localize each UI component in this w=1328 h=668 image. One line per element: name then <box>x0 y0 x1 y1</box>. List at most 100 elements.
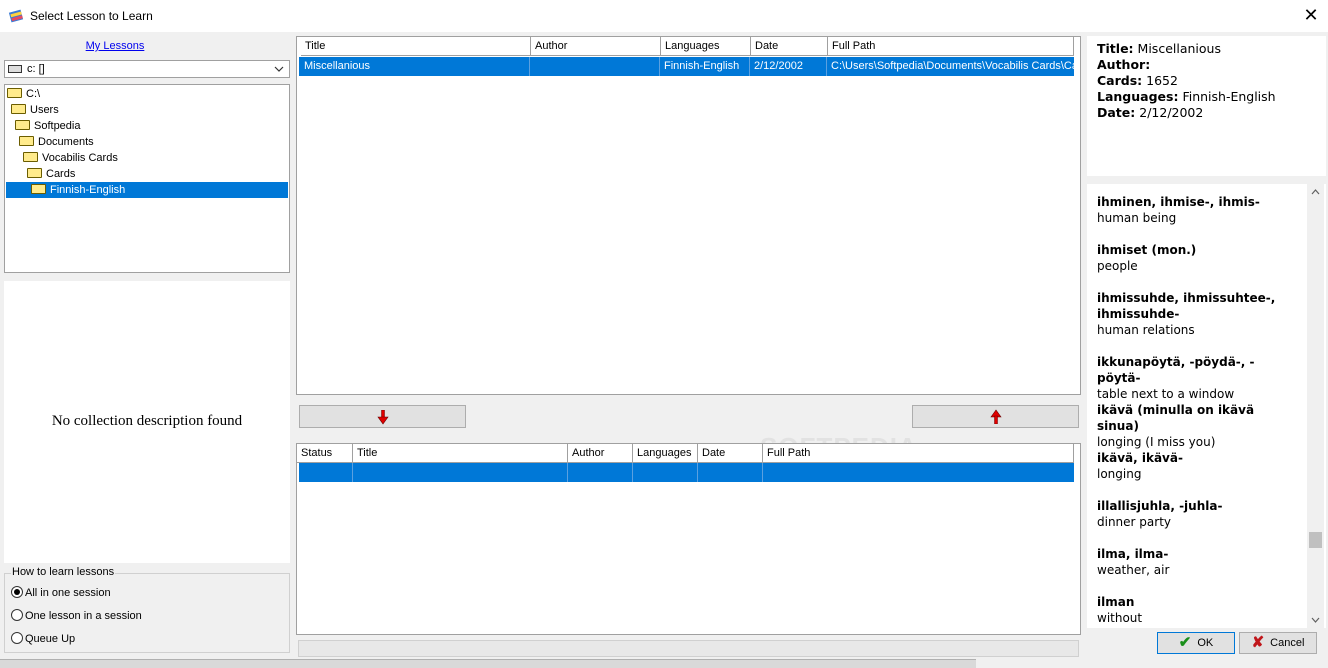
info-date: Date: 2/12/2002 <box>1097 105 1203 121</box>
tree-item-drive[interactable]: C:\ <box>7 86 40 102</box>
radio-one-lesson-per-session[interactable]: One lesson in a session <box>11 608 142 624</box>
status-strip <box>0 659 976 668</box>
table-row[interactable]: Miscellanious Finnish-English 2/12/2002 … <box>298 56 1075 77</box>
vocab-meaning: longing (I miss you) <box>1097 435 1216 449</box>
info-date-label: Date: <box>1097 105 1136 120</box>
vocab-term: ikävä (minulla on ikävä sinua) <box>1097 403 1255 433</box>
vocab-term: ihmissuhde, ihmissuhtee-, ihmissuhde- <box>1097 291 1276 321</box>
folder-icon <box>11 104 26 114</box>
column-header-status[interactable]: Status <box>297 444 353 463</box>
collection-description: No collection description found <box>51 413 243 429</box>
info-author-label: Author: <box>1097 57 1151 72</box>
column-header-author[interactable]: Author <box>531 37 661 56</box>
radio-label: All in one session <box>25 587 111 599</box>
info-cards: Cards: 1652 <box>1097 73 1178 89</box>
app-book-icon <box>8 9 24 23</box>
vocab-term: ikävä, ikävä- <box>1097 451 1183 465</box>
folder-icon <box>7 88 22 98</box>
close-icon[interactable]: ✕ <box>1296 2 1326 30</box>
cancel-button[interactable]: ✘ Cancel <box>1239 632 1317 654</box>
scroll-down-icon[interactable] <box>1310 616 1321 624</box>
radio-queue-up[interactable]: Queue Up <box>11 631 75 647</box>
vocab-term: ikkunapöytä, -pöydä-, -pöytä- <box>1097 355 1255 385</box>
available-lessons-grid[interactable]: Title Author Languages Date Full Path Mi… <box>296 36 1081 395</box>
move-down-button[interactable] <box>299 405 466 428</box>
ok-button-label: OK <box>1197 637 1214 649</box>
info-author: Author: <box>1097 57 1150 73</box>
folder-icon <box>23 152 38 162</box>
cell-author <box>568 463 633 482</box>
cell-languages <box>633 463 698 482</box>
cell-author <box>530 57 660 76</box>
my-lessons-link[interactable]: My Lessons <box>0 40 230 52</box>
red-up-arrow-icon <box>990 409 1002 424</box>
ok-button[interactable]: ✔ OK <box>1157 632 1235 654</box>
drive-value: c: [] <box>27 63 45 75</box>
tree-item-users[interactable]: Users <box>11 102 59 118</box>
tree-item-label: Documents <box>38 136 94 148</box>
tree-item-vocabilis-cards[interactable]: Vocabilis Cards <box>23 150 118 166</box>
list-item: ihmiset (mon.) people <box>1097 242 1297 274</box>
vocab-term: ilma, ilma- <box>1097 547 1169 561</box>
tree-item-label: Softpedia <box>34 120 81 132</box>
vocab-term: illallisjuhla, -juhla- <box>1097 499 1223 513</box>
column-header-title[interactable]: Title <box>353 444 568 463</box>
cell-date <box>698 463 763 482</box>
scrollbar-thumb[interactable] <box>1309 532 1322 548</box>
tree-item-cards[interactable]: Cards <box>27 166 75 182</box>
list-item: ilman without <box>1097 594 1297 626</box>
tree-item-finnish-english[interactable]: Finnish-English <box>6 182 288 198</box>
radio-unchecked-icon <box>11 609 23 621</box>
drive-select[interactable]: c: [] <box>4 60 290 78</box>
move-up-button[interactable] <box>912 405 1079 428</box>
list-item: ihmissuhde, ihmissuhtee-, ihmissuhde-hum… <box>1097 290 1297 338</box>
list-item: ihminen, ihmise-, ihmis-human being <box>1097 194 1297 226</box>
info-cards-label: Cards: <box>1097 73 1143 88</box>
column-header-languages[interactable]: Languages <box>661 37 751 56</box>
list-item: ikävä, ikävä-longing <box>1097 450 1297 482</box>
lesson-info-panel: Title: Miscellanious Author: Cards: 1652… <box>1087 36 1326 176</box>
vocab-term: ilman <box>1097 595 1135 609</box>
info-title-label: Title: <box>1097 41 1134 56</box>
drive-icon <box>8 65 22 73</box>
vocab-meaning: weather, air <box>1097 563 1170 577</box>
list-item: illallisjuhla, -juhla-dinner party <box>1097 498 1297 530</box>
tree-item-label: C:\ <box>26 88 41 100</box>
horizontal-scrollbar[interactable] <box>298 640 1079 657</box>
vocab-term: ihminen, ihmise-, ihmis- <box>1097 195 1260 209</box>
cell-full-path: C:\Users\Softpedia\Documents\Vocabilis C… <box>831 60 1074 72</box>
column-header-date[interactable]: Date <box>698 444 763 463</box>
info-languages-value: Finnish-English <box>1182 89 1276 104</box>
table-row[interactable] <box>299 463 1074 482</box>
column-header-date[interactable]: Date <box>751 37 828 56</box>
column-header-full-path[interactable]: Full Path <box>763 444 1074 463</box>
tree-item-documents[interactable]: Documents <box>19 134 94 150</box>
chevron-down-icon[interactable] <box>273 61 285 77</box>
vocab-meaning: without <box>1097 611 1143 625</box>
vertical-scrollbar[interactable] <box>1307 184 1324 628</box>
column-header-full-path[interactable]: Full Path <box>828 37 1074 56</box>
info-languages-label: Languages: <box>1097 89 1179 104</box>
cell-title <box>353 463 568 482</box>
cancel-x-icon: ✘ <box>1251 634 1265 651</box>
red-down-arrow-icon <box>377 410 389 425</box>
column-header-languages[interactable]: Languages <box>633 444 698 463</box>
cell-languages: Finnish-English <box>660 57 750 76</box>
folder-tree[interactable]: C:\ Users Softpedia Documents Vocabilis … <box>4 84 290 273</box>
tree-item-label: Vocabilis Cards <box>42 152 118 164</box>
vocabulary-preview-list[interactable]: ihminen, ihmise-, ihmis-human being ihmi… <box>1087 184 1326 628</box>
scroll-up-icon[interactable] <box>1310 188 1321 196</box>
column-header-title[interactable]: Title <box>301 37 531 56</box>
title-bar: Select Lesson to Learn ✕ <box>0 0 1328 32</box>
column-header-author[interactable]: Author <box>568 444 633 463</box>
folder-icon <box>27 168 42 178</box>
learn-mode-title: How to learn lessons <box>11 566 116 578</box>
tree-item-softpedia[interactable]: Softpedia <box>15 118 80 134</box>
info-languages: Languages: Finnish-English <box>1097 89 1276 105</box>
cell-status <box>299 463 353 482</box>
radio-all-in-one-session[interactable]: All in one session <box>11 585 111 601</box>
radio-label: One lesson in a session <box>25 610 142 622</box>
folder-icon <box>19 136 34 146</box>
selected-lessons-grid[interactable]: Status Title Author Languages Date Full … <box>296 443 1081 635</box>
info-title: Title: Miscellanious <box>1097 41 1221 57</box>
